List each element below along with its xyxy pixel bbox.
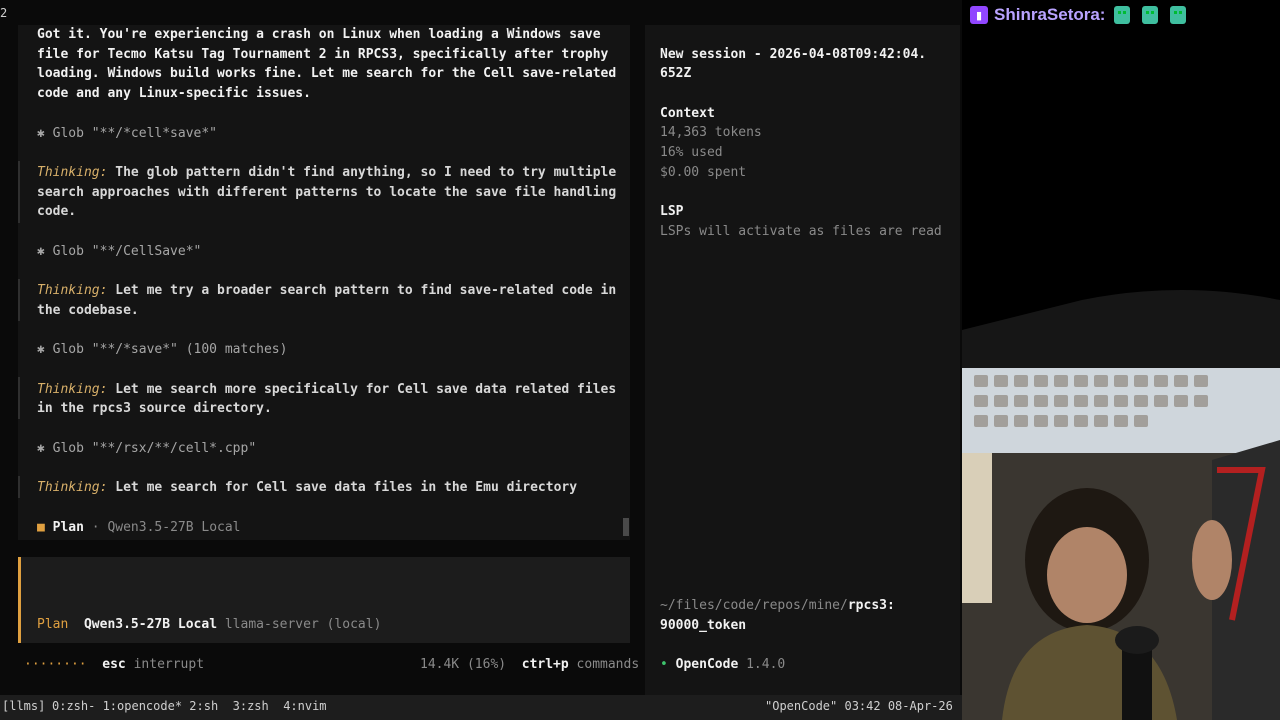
thinking-line: Thinking: Let me try a broader search pa… [37, 283, 617, 298]
session-title-cont: 652Z [660, 66, 692, 82]
context-heading: Context [660, 105, 715, 121]
esc-key: esc [102, 656, 126, 672]
footer-left: ········ esc interrupt [24, 655, 204, 675]
context-tokens: 14,363 tokens [660, 125, 762, 141]
context-spent: $0.00 spent [660, 164, 747, 180]
footer-right: 14.4K (16%) ctrl+p commands [420, 655, 639, 675]
app-version: • OpenCode 1.4.0 [660, 655, 785, 675]
thinking-bar [18, 377, 20, 419]
thinking-label: Thinking: [37, 480, 108, 495]
tmux-windows[interactable]: 0:zsh- 1:opencode* 2:sh 3:zsh 4:nvim [52, 699, 327, 713]
token-usage: 14.4K (16%) [420, 656, 507, 672]
context-used: 16% used [660, 145, 723, 160]
chat-scrollbar[interactable] [623, 518, 629, 536]
input-provider: llama-server (local) [224, 617, 382, 632]
emote-icon [1114, 6, 1131, 24]
chat-log[interactable]: Got it. You're experiencing a crash on L… [18, 25, 630, 540]
version-number: 1.4.0 [746, 657, 786, 672]
assistant-message-line: Got it. You're experiencing a crash on L… [37, 27, 601, 42]
webcam-overlay [962, 0, 1280, 720]
thinking-label: Thinking: [37, 381, 108, 397]
thinking-bar [18, 161, 20, 223]
tool-call: ✱ Glob "**/rsx/**/cell*.cpp" [37, 440, 257, 456]
agent-model: · Qwen3.5-27B Local [91, 519, 241, 535]
thinking-bar [18, 476, 20, 498]
emote-icon [1142, 6, 1159, 24]
thinking-line: search approaches with different pattern… [37, 184, 617, 200]
esc-label: interrupt [133, 656, 205, 672]
repo-name: rpcs3: [847, 598, 895, 613]
pane-number: 2 [0, 6, 8, 20]
thinking-label: Thinking: [37, 165, 108, 180]
stream-chat-message: ▮ ShinraSetora: [970, 4, 1189, 26]
input-accent-bar [18, 557, 21, 643]
twitch-icon: ▮ [970, 6, 988, 24]
status-dot-icon: • [660, 657, 668, 672]
working-directory: ~/files/code/repos/mine/rpcs3: [660, 596, 895, 616]
thinking-label: Thinking: [37, 283, 108, 298]
tmux-status-bar: [llms] 0:zsh- 1:opencode* 2:sh 3:zsh 4:n… [0, 695, 962, 720]
terminal-window: 2 Got it. You're experiencing a crash on… [0, 0, 962, 695]
tool-call: ✱ Glob "**/*cell*save*" [37, 125, 218, 141]
thinking-line: Thinking: Let me search more specificall… [37, 381, 617, 397]
input-model[interactable]: Qwen3.5-27B Local [84, 617, 217, 632]
session-title: New session - 2026-04-08T09:42:04. [660, 46, 927, 62]
input-mode[interactable]: Plan [37, 617, 68, 632]
tmux-session: [llms] [2, 699, 46, 713]
thinking-line: the codebase. [37, 302, 139, 318]
thinking-bar [18, 279, 20, 321]
emote-icon [1170, 6, 1187, 24]
commands-label: commands [576, 656, 640, 672]
thinking-line: Thinking: Let me search for Cell save da… [37, 480, 578, 495]
input-status: Plan Qwen3.5-27B Local llama-server (loc… [37, 615, 381, 635]
thinking-line: code. [37, 204, 77, 220]
assistant-message-line: code and any Linux-specific issues. [37, 86, 311, 102]
branch-name: 90000_token [660, 617, 747, 633]
thinking-line: Thinking: The glob pattern didn't find a… [37, 165, 617, 180]
tool-call: ✱ Glob "**/CellSave*" [37, 243, 202, 259]
spinner: ········ [24, 656, 87, 672]
agent-status: ■ Plan · Qwen3.5-27B Local [37, 518, 241, 538]
prompt-input[interactable]: Plan Qwen3.5-27B Local llama-server (loc… [18, 557, 630, 643]
plan-square-icon: ■ [37, 519, 45, 535]
webcam-feed [962, 0, 1280, 720]
assistant-message-line: loading. Windows build works fine. Let m… [37, 66, 617, 82]
app-name: OpenCode [675, 657, 739, 672]
session-sidebar: New session - 2026-04-08T09:42:04. 652Z … [645, 25, 960, 695]
path-prefix: ~/files/code/repos/mine/ [660, 598, 848, 613]
lsp-heading: LSP [660, 204, 684, 219]
lsp-status: LSPs will activate as files are read [660, 223, 942, 239]
agent-mode: Plan [52, 519, 84, 535]
chat-username: ShinraSetora: [994, 5, 1106, 24]
assistant-message-line: file for Tecmo Katsu Tag Tournament 2 in… [37, 46, 609, 62]
tool-call: ✱ Glob "**/*save*" (100 matches) [37, 342, 288, 357]
tmux-right-status: "OpenCode" 03:42 08-Apr-26 [765, 699, 953, 713]
thinking-line: in the rpcs3 source directory. [37, 401, 272, 417]
commands-key[interactable]: ctrl+p [522, 657, 569, 672]
